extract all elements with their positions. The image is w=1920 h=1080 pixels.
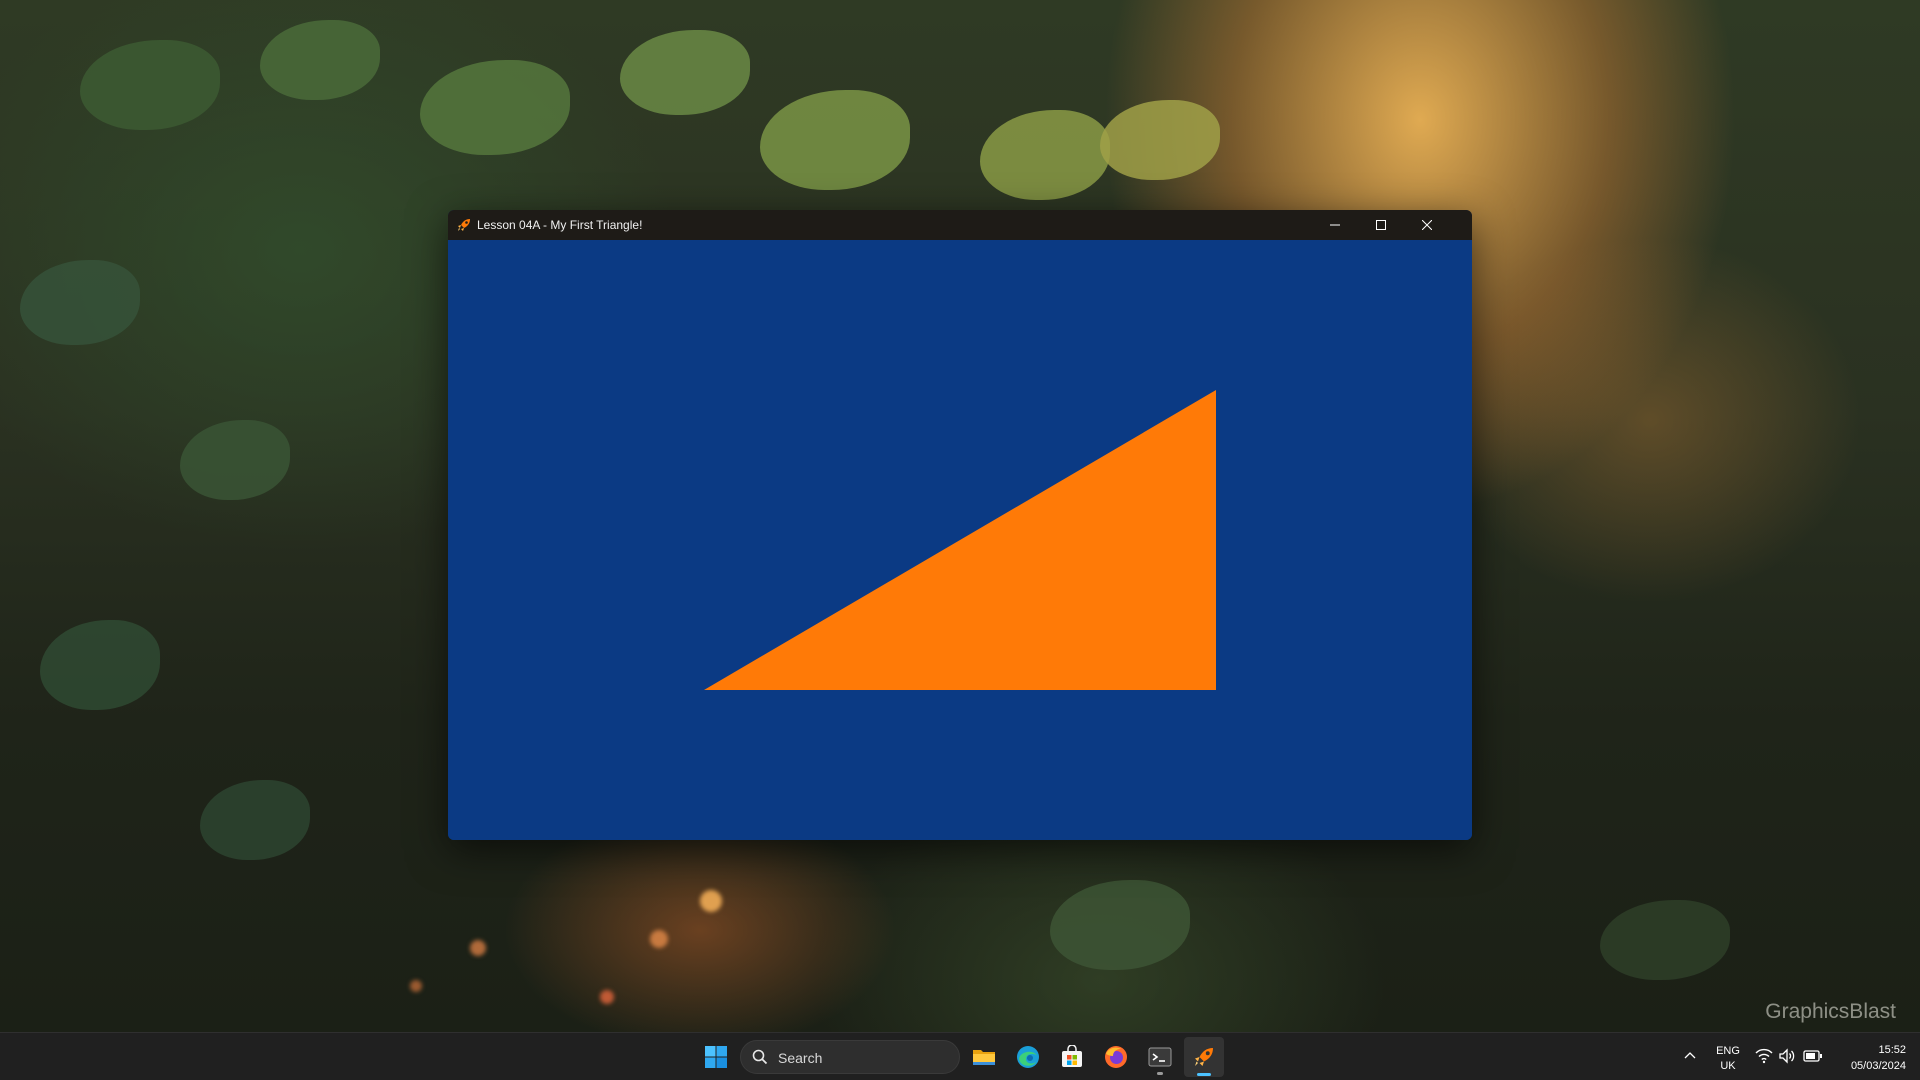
- wallpaper-bokeh: [470, 940, 486, 956]
- terminal-icon: [1148, 1047, 1172, 1067]
- wallpaper-bokeh: [600, 990, 614, 1004]
- taskbar-microsoft-store[interactable]: [1052, 1037, 1092, 1077]
- firefox-icon: [1105, 1046, 1127, 1068]
- input-language[interactable]: ENG UK: [1713, 1044, 1743, 1074]
- battery-icon[interactable]: [1803, 1049, 1823, 1068]
- show-hidden-icons-chevron-icon[interactable]: [1682, 1048, 1698, 1064]
- wallpaper-leaf: [80, 40, 220, 130]
- taskbar: Search ENG UK 15:52 05/03/2024: [0, 1032, 1920, 1080]
- close-button[interactable]: [1404, 210, 1450, 240]
- wallpaper-leaf: [40, 620, 160, 710]
- search-icon: [752, 1049, 768, 1065]
- rocket-icon: [456, 217, 472, 233]
- volume-icon[interactable]: [1779, 1048, 1797, 1069]
- minimize-icon: [1330, 224, 1340, 226]
- clock[interactable]: 15:52 05/03/2024: [1830, 1042, 1906, 1074]
- running-indicator: [1157, 1072, 1163, 1075]
- wallpaper-leaf: [980, 110, 1110, 200]
- wallpaper-bokeh: [410, 980, 422, 992]
- wallpaper-leaf: [420, 60, 570, 155]
- wallpaper-leaf: [1050, 880, 1190, 970]
- wallpaper-leaf: [1100, 100, 1220, 180]
- watermark: GraphicsBlast: [1765, 1000, 1896, 1023]
- wallpaper-leaf: [620, 30, 750, 115]
- file-explorer-icon: [973, 1050, 995, 1065]
- app-window[interactable]: Lesson 04A - My First Triangle!: [448, 210, 1472, 840]
- microsoft-store-icon: [1062, 1045, 1082, 1067]
- taskbar-firefox[interactable]: [1096, 1037, 1136, 1077]
- clock-time: 15:52: [1878, 1044, 1906, 1056]
- wallpaper-bokeh: [700, 890, 722, 912]
- maximize-icon: [1376, 220, 1386, 230]
- search-placeholder: Search: [778, 1050, 823, 1066]
- windows-start-icon: [705, 1046, 727, 1068]
- taskbar-edge[interactable]: [1008, 1037, 1048, 1077]
- maximize-button[interactable]: [1358, 210, 1404, 240]
- wallpaper-leaf: [1600, 900, 1730, 980]
- start-button[interactable]: [696, 1037, 736, 1077]
- triangle-canvas: [448, 240, 1472, 840]
- window-title: Lesson 04A - My First Triangle!: [477, 218, 643, 232]
- close-icon: [1422, 220, 1432, 230]
- wifi-icon[interactable]: [1755, 1048, 1773, 1069]
- render-viewport[interactable]: [448, 240, 1472, 840]
- wallpaper-leaf: [760, 90, 910, 190]
- wallpaper-bokeh: [650, 930, 668, 948]
- wallpaper-leaf: [20, 260, 140, 345]
- wallpaper-leaf: [260, 20, 380, 100]
- clock-date: 05/03/2024: [1850, 1060, 1906, 1072]
- language-region: UK: [1720, 1060, 1736, 1072]
- title-bar[interactable]: Lesson 04A - My First Triangle!: [448, 210, 1472, 240]
- edge-icon: [1017, 1046, 1039, 1068]
- minimize-button[interactable]: [1312, 210, 1358, 240]
- taskbar-file-explorer[interactable]: [964, 1037, 1004, 1077]
- language-code: ENG: [1716, 1045, 1740, 1057]
- taskbar-terminal[interactable]: [1140, 1037, 1180, 1077]
- wallpaper-leaf: [180, 420, 290, 500]
- active-indicator: [1197, 1073, 1211, 1076]
- taskbar-triangle-app[interactable]: [1184, 1037, 1224, 1077]
- wallpaper-leaf: [200, 780, 310, 860]
- taskbar-search[interactable]: Search: [740, 1040, 960, 1074]
- rocket-icon: [1195, 1048, 1213, 1066]
